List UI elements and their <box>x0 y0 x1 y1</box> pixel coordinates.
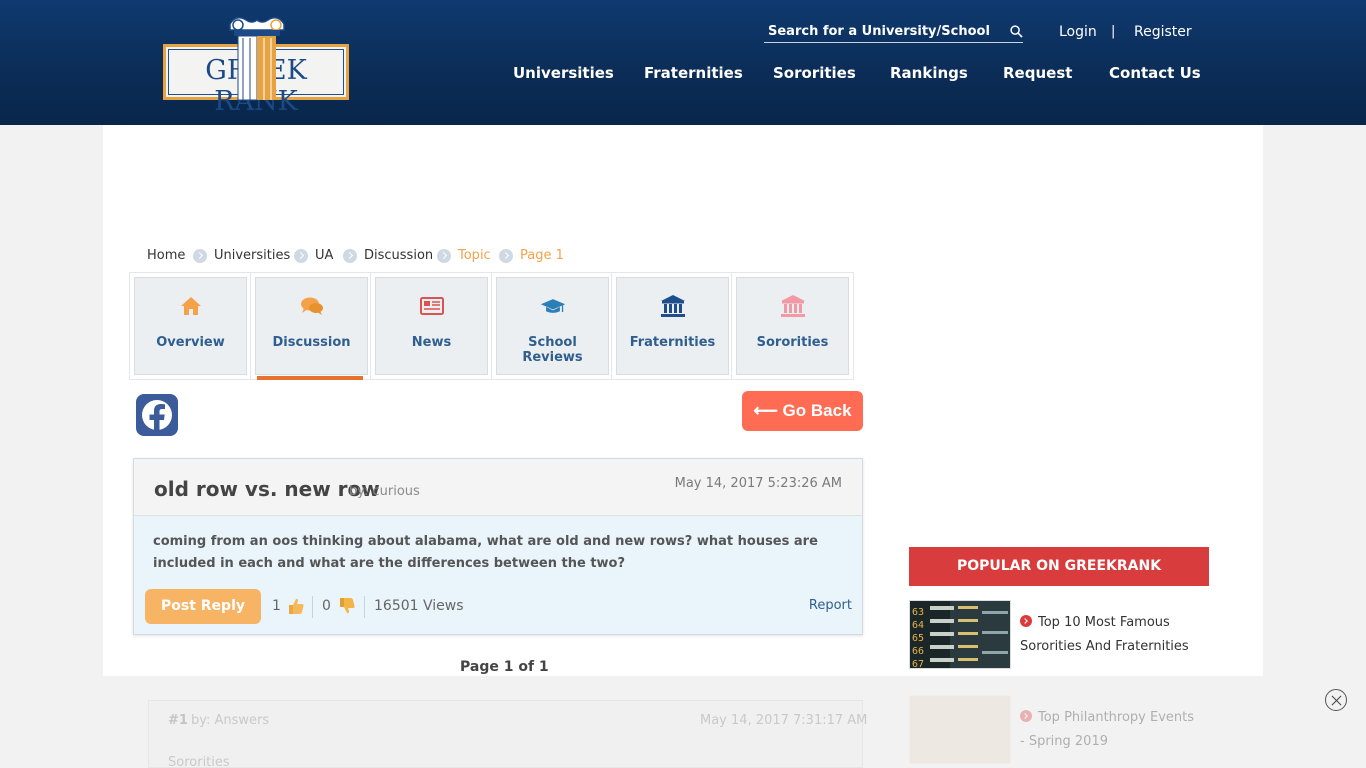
thumbs-up-icon[interactable] <box>286 596 306 616</box>
bank-icon <box>780 295 805 317</box>
tab-label: School Reviews <box>522 335 583 365</box>
breadcrumb-ua[interactable]: UA <box>315 248 333 263</box>
popular-header: POPULAR ON GREEKRANK <box>909 547 1209 586</box>
login-link[interactable]: Login <box>1059 24 1097 40</box>
active-tab-indicator <box>257 376 363 380</box>
greek-rank-logo[interactable]: GREEK RANK <box>163 14 349 117</box>
popular-item-title: Top Philanthropy Events - Spring 2019 <box>1020 710 1195 749</box>
close-icon[interactable] <box>1325 689 1347 711</box>
breadcrumb-chevron-icon <box>499 249 513 263</box>
tab-school-reviews[interactable]: School Reviews <box>496 277 609 375</box>
breadcrumb-universities[interactable]: Universities <box>214 248 290 263</box>
breadcrumb-chevron-icon <box>437 249 451 263</box>
facebook-f-icon <box>142 400 172 436</box>
breadcrumb-discussion[interactable]: Discussion <box>364 248 433 263</box>
thumbs-down-icon[interactable] <box>337 596 357 616</box>
header-separator: | <box>1111 24 1116 39</box>
popular-item-thumbnail[interactable]: 63 64 65 66 67 <box>909 600 1011 669</box>
topic-card: old row vs. new row by: curious May 14, … <box>133 458 863 635</box>
site-header: GREEK RANK Login | Register Universities… <box>0 0 1366 125</box>
search-box[interactable] <box>764 20 1023 43</box>
pagination-label: Page 1 of 1 <box>460 659 549 675</box>
search-input[interactable] <box>764 20 1004 42</box>
breadcrumb-home[interactable]: Home <box>147 248 185 263</box>
newspaper-icon <box>419 297 444 315</box>
arrow-circle-icon <box>1020 615 1032 627</box>
board-number: 63 <box>912 607 924 618</box>
board-number: 65 <box>912 633 924 644</box>
answer-number: #1 <box>168 713 188 728</box>
tab-discussion[interactable]: Discussion <box>255 277 368 375</box>
tab-label: Fraternities <box>629 335 716 350</box>
popular-item-link[interactable]: Top 10 Most Famous Sororities And Frater… <box>1020 611 1200 659</box>
divider <box>312 596 313 618</box>
topic-date: May 14, 2017 5:23:26 AM <box>674 476 842 491</box>
topic-title: old row vs. new row <box>154 477 380 501</box>
search-icon[interactable] <box>1010 25 1023 38</box>
departure-board-image: 63 64 65 66 67 <box>910 601 1010 669</box>
nav-sororities[interactable]: Sororities <box>773 64 856 82</box>
popular-item-title: Top 10 Most Famous Sororities And Frater… <box>1020 615 1189 654</box>
tab-label: Sororities <box>756 335 829 350</box>
breadcrumb-chevron-icon <box>294 249 308 263</box>
like-count: 1 <box>272 598 281 614</box>
divider <box>364 596 365 618</box>
nav-fraternities[interactable]: Fraternities <box>644 64 743 82</box>
register-link[interactable]: Register <box>1134 24 1192 40</box>
tab-fraternities[interactable]: Fraternities <box>616 277 729 375</box>
topic-header: old row vs. new row by: curious May 14, … <box>134 459 862 516</box>
breadcrumb-chevron-icon <box>343 249 357 263</box>
topic-text: coming from an oos thinking about alabam… <box>153 534 818 571</box>
nav-universities[interactable]: Universities <box>513 64 614 82</box>
tab-sororities[interactable]: Sororities <box>736 277 849 375</box>
facebook-icon[interactable] <box>136 394 178 436</box>
board-number: 66 <box>912 646 924 657</box>
bank-icon <box>660 295 685 317</box>
graduation-cap-icon <box>540 299 565 313</box>
nav-contact-us[interactable]: Contact Us <box>1109 64 1201 82</box>
topic-body: coming from an oos thinking about alabam… <box>134 516 862 634</box>
home-icon <box>180 297 201 315</box>
tab-label: Discussion <box>272 335 351 350</box>
nav-request[interactable]: Request <box>1003 64 1072 82</box>
breadcrumb-topic[interactable]: Topic <box>458 248 491 263</box>
go-back-button[interactable]: ⟵ Go Back <box>742 391 863 431</box>
answer-date: May 14, 2017 7:31:17 AM <box>700 713 868 728</box>
popular-item-link[interactable]: Top Philanthropy Events - Spring 2019 <box>1020 706 1200 754</box>
tab-label: News <box>411 335 452 350</box>
topic-author: by: curious <box>349 484 420 499</box>
answer-body: Sororities <box>168 755 230 768</box>
breadcrumb-chevron-icon <box>193 249 207 263</box>
tab-news[interactable]: News <box>375 277 488 375</box>
view-count: 16501 Views <box>374 598 464 614</box>
nav-rankings[interactable]: Rankings <box>890 64 968 82</box>
tab-label: Overview <box>156 335 225 350</box>
popular-item-thumbnail[interactable] <box>909 695 1011 764</box>
arrow-circle-icon <box>1020 710 1032 722</box>
answer-card <box>148 700 863 768</box>
report-link[interactable]: Report <box>809 598 852 613</box>
tab-overview[interactable]: Overview <box>134 277 247 375</box>
post-reply-button[interactable]: Post Reply <box>145 589 261 624</box>
breadcrumb-page: Page 1 <box>520 248 564 263</box>
answer-author: by: Answers <box>191 713 270 728</box>
board-number: 64 <box>912 620 924 631</box>
dislike-count: 0 <box>322 598 331 614</box>
board-number: 67 <box>912 659 924 669</box>
column-logo-icon <box>229 17 285 101</box>
chat-icon <box>300 297 323 315</box>
